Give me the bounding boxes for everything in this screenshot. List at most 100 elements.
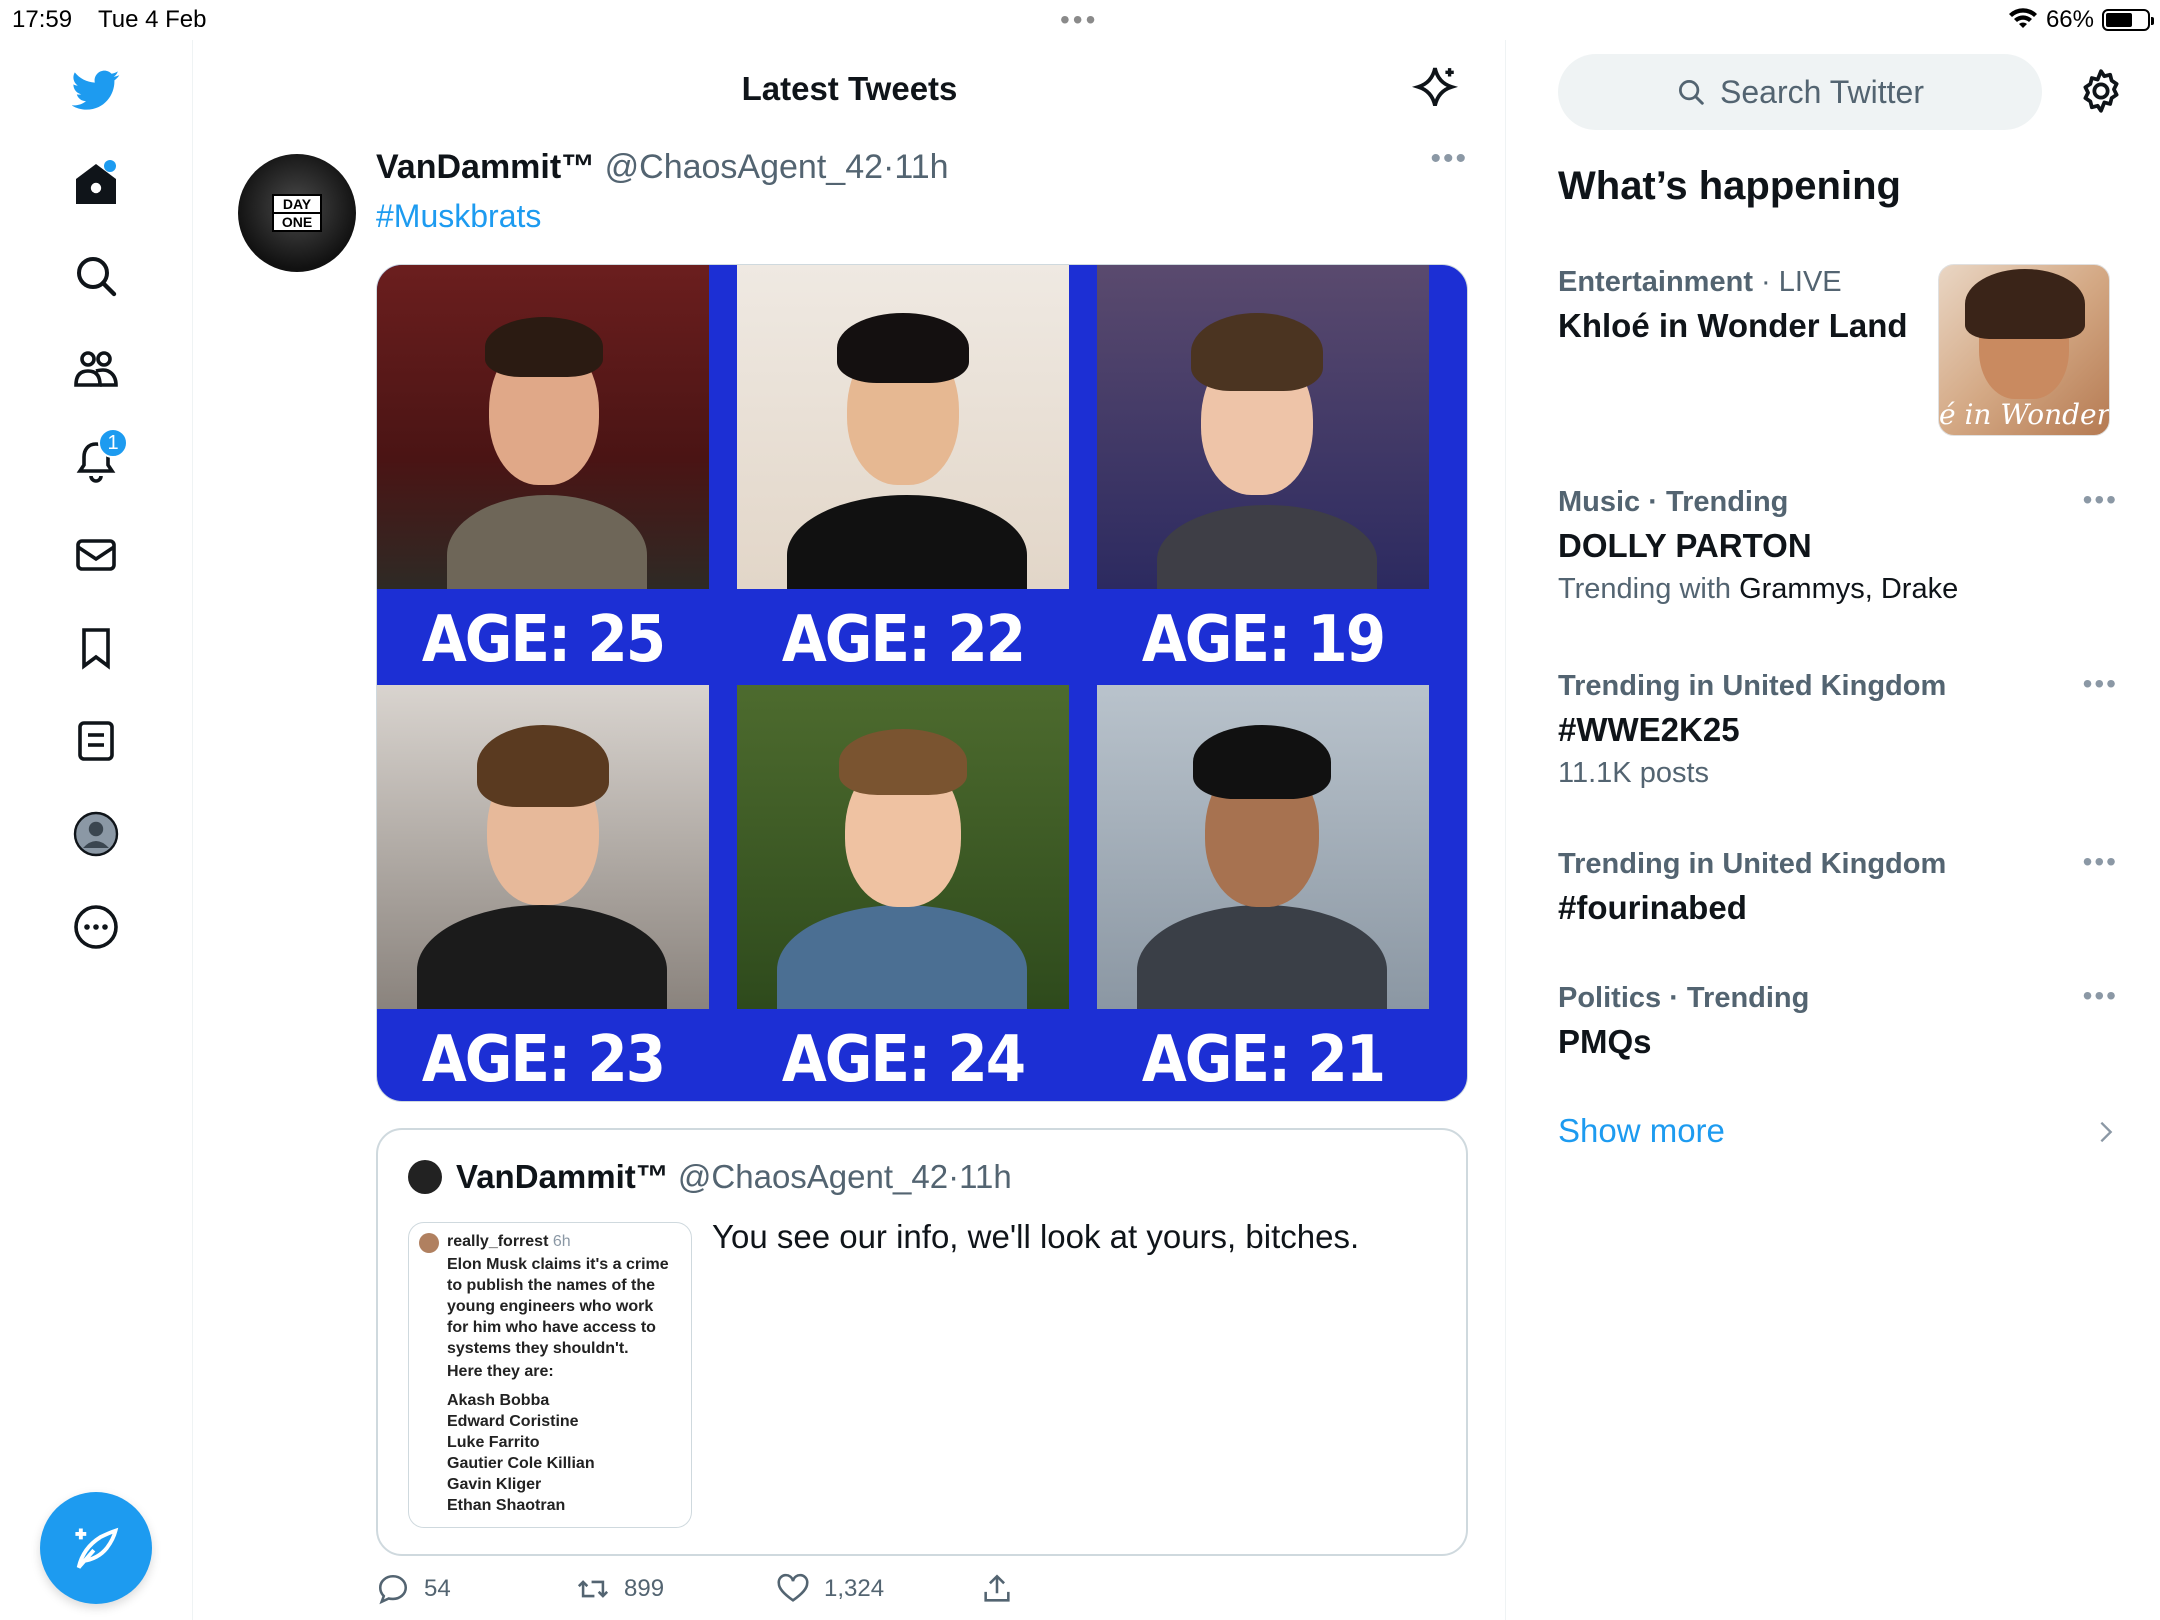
quoted-media-screenshot[interactable]: really_forrest 6h Elon Musk claims it's … [408, 1222, 692, 1528]
nav-messages[interactable] [60, 519, 132, 591]
tweet-hashtag[interactable]: #Muskbrats [376, 198, 541, 235]
trend-sub-prefix: Trending with [1558, 573, 1740, 605]
age-label: AGE: 22 [781, 601, 1026, 677]
search-icon [1679, 80, 1704, 105]
nav-bookmarks[interactable] [60, 612, 132, 684]
quoted-author-handle: @ChaosAgent_42 [677, 1158, 949, 1195]
quoted-tweet-text: You see our info, we'll look at yours, b… [712, 1218, 1360, 1255]
compose-tweet-button[interactable] [40, 1492, 152, 1604]
trend-title: DOLLY PARTON [1558, 527, 1812, 564]
embedded-name: Ethan Shaotran [447, 1497, 566, 1514]
trend-category: Entertainment [1558, 266, 1753, 298]
trend-image[interactable]: é in Wonder L [1938, 264, 2110, 436]
heart-icon [777, 1573, 809, 1602]
twitter-logo-icon[interactable] [60, 54, 132, 126]
quoted-tweet[interactable]: VanDammit™ @ChaosAgent_42·11h really_for… [376, 1128, 1468, 1556]
trend-post-count: 11.1K posts [1558, 757, 1710, 789]
media-photo [377, 685, 709, 1009]
bookmarks-icon [82, 628, 110, 670]
embedded-name: Edward Coristine [447, 1413, 579, 1430]
trend-item[interactable]: Politics · Trending ••• PMQs [1558, 980, 2118, 1061]
trend-item[interactable]: Music · Trending ••• DOLLY PARTON Trendi… [1558, 484, 2118, 606]
meta-separator: · [883, 148, 895, 186]
embedded-intro: Here they are: [447, 1363, 554, 1380]
reply-button[interactable]: 54 [376, 1572, 451, 1606]
status-right: 66% [2008, 6, 2154, 34]
media-photo [737, 265, 1069, 589]
nav-home[interactable] [60, 148, 132, 220]
multitasking-dots[interactable]: ••• [1060, 4, 1098, 36]
age-label: AGE: 23 [421, 1021, 666, 1097]
search-icon [77, 257, 117, 297]
media-cell: AGE: 21 [1097, 685, 1429, 1096]
embedded-name: Gavin Kliger [447, 1476, 542, 1493]
trend-image-caption: é in Wonder L [1939, 398, 2110, 431]
media-cell: AGE: 25 [377, 265, 709, 676]
trend-item[interactable]: Entertainment · LIVE Khloé in Wonder Lan… [1558, 266, 1938, 345]
embedded-name: Akash Bobba [447, 1392, 550, 1409]
embedded-name: Gautier Cole Killian [447, 1455, 595, 1472]
nav-notifications[interactable]: 1 [60, 426, 132, 498]
quoted-author-name: VanDammit™ [456, 1158, 669, 1195]
embedded-user: really_forrest 6h [447, 1233, 571, 1250]
author-name[interactable]: VanDammit™ [376, 148, 595, 186]
profile-icon [73, 811, 119, 857]
age-label: AGE: 24 [781, 1021, 1026, 1097]
trend-separator: · [1752, 266, 1779, 298]
media-photo [737, 685, 1069, 1009]
reply-count: 54 [424, 1575, 451, 1602]
tweet-more-button[interactable]: ••• [1430, 142, 1468, 176]
quoted-header: VanDammit™ @ChaosAgent_42·11h [456, 1158, 1012, 1196]
trend-more-button[interactable]: ••• [2083, 668, 2118, 700]
search-input[interactable]: Search Twitter [1558, 54, 2042, 130]
embedded-avatar [419, 1233, 439, 1253]
sparkle-icon[interactable] [1410, 64, 1460, 114]
battery-icon [2102, 9, 2154, 31]
tweet-time[interactable]: 11h [894, 148, 948, 186]
author-handle[interactable]: @ChaosAgent_42 [605, 148, 883, 186]
nav-profile[interactable] [60, 798, 132, 870]
trend-title: Khloé in Wonder Land [1558, 307, 1908, 344]
embedded-names: Akash Bobba Edward Coristine Luke Farrit… [447, 1390, 677, 1516]
trend-title: #WWE2K25 [1558, 711, 1740, 748]
age-label: AGE: 19 [1141, 601, 1386, 677]
trend-more-button[interactable]: ••• [2083, 484, 2118, 516]
gear-icon[interactable] [2076, 66, 2126, 116]
trend-item[interactable]: Trending in United Kingdom ••• #fourinab… [1558, 846, 2118, 927]
retweet-button[interactable]: 899 [576, 1572, 664, 1606]
timeline: Latest Tweets DAY ONE VanDammit™ @ChaosAg… [193, 40, 1506, 1620]
live-badge: LIVE [1778, 266, 1842, 298]
trend-category: Trending in United Kingdom [1558, 670, 1947, 702]
chevron-right-icon[interactable] [2092, 1118, 2120, 1146]
trend-related: Grammys, Drake [1739, 573, 1959, 605]
right-sidebar: Search Twitter What’s happening Entertai… [1506, 40, 2160, 1620]
home-unread-dot [104, 160, 116, 172]
quoted-tweet-time: 11h [959, 1158, 1012, 1195]
more-icon [74, 905, 118, 949]
search-placeholder: Search Twitter [1720, 73, 1924, 110]
tweet-media[interactable]: AGE: 25 AGE: 22 AGE: 19 AGE: 23 AGE: 24 … [376, 264, 1468, 1102]
tweet-actions: 54 899 1,324 [376, 1572, 1076, 1620]
share-button[interactable] [980, 1572, 1014, 1606]
quoted-avatar [408, 1160, 442, 1194]
nav-lists[interactable] [60, 705, 132, 777]
page-title: Latest Tweets [741, 70, 958, 107]
reply-icon [378, 1574, 408, 1605]
show-more-link[interactable]: Show more [1558, 1112, 1725, 1150]
share-icon [984, 1574, 1010, 1602]
trend-title: PMQs [1558, 1023, 1652, 1060]
trend-more-button[interactable]: ••• [2083, 980, 2118, 1012]
like-button[interactable]: 1,324 [776, 1572, 884, 1606]
status-time: 17:59 [12, 6, 73, 33]
nav-communities[interactable] [60, 333, 132, 405]
nav-more[interactable] [60, 891, 132, 963]
trend-item[interactable]: Trending in United Kingdom ••• #WWE2K25 … [1558, 668, 2118, 790]
media-photo [1097, 265, 1429, 589]
battery-fill [2106, 13, 2133, 27]
status-bar: 17:59 Tue 4 Feb ••• 66% [0, 0, 2160, 40]
trend-more-button[interactable]: ••• [2083, 846, 2118, 878]
nav-explore[interactable] [60, 240, 132, 312]
avatar-logo: DAY ONE [272, 194, 322, 232]
trend-category: Music · Trending [1558, 486, 1789, 518]
avatar[interactable]: DAY ONE [238, 154, 356, 272]
